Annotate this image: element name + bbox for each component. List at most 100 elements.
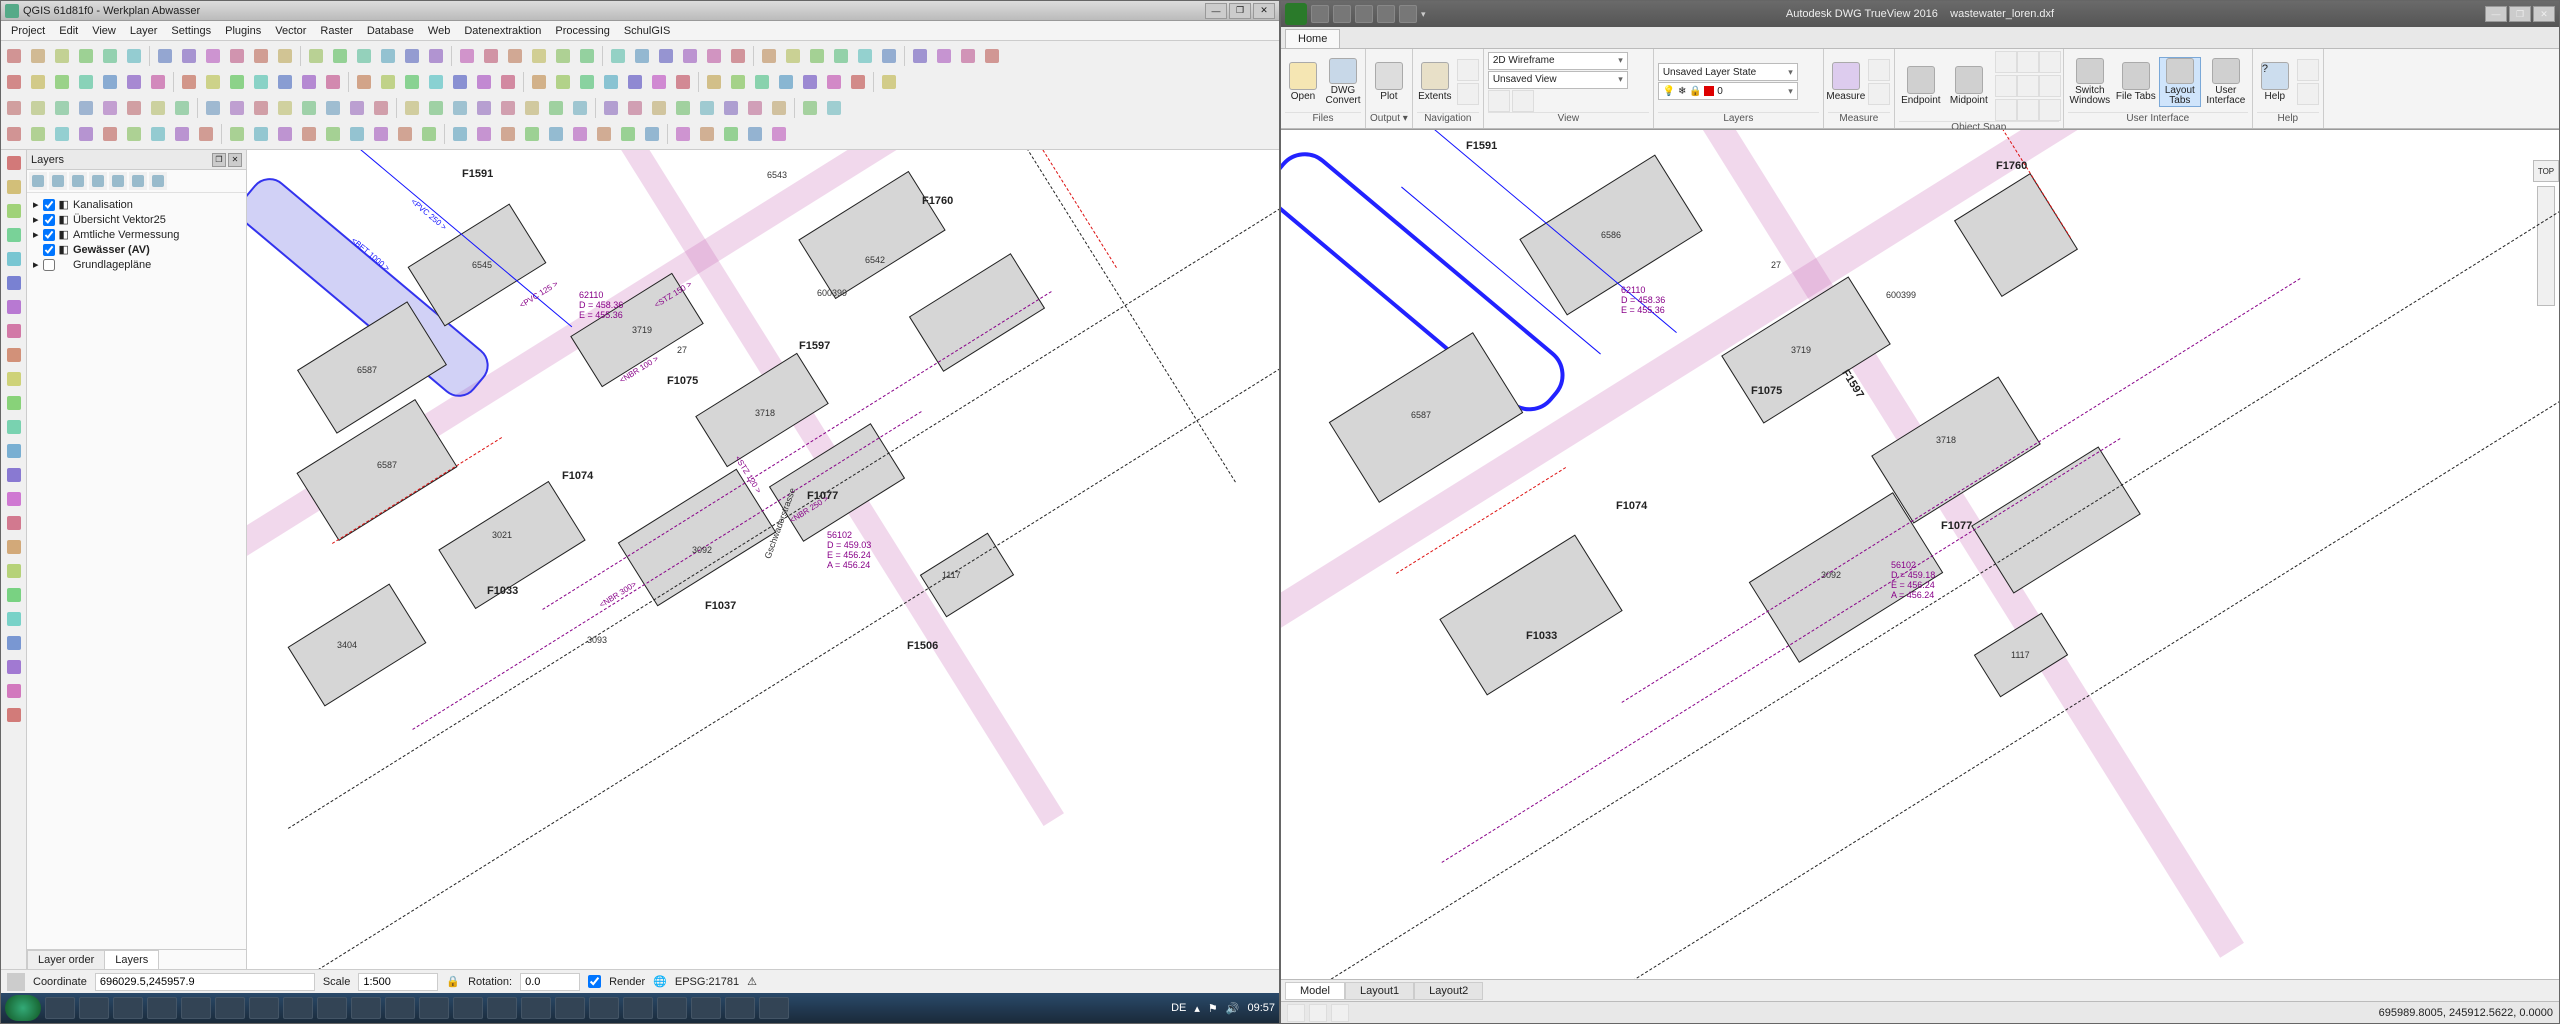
menu-layer[interactable]: Layer	[124, 23, 164, 39]
toolbar-button[interactable]	[123, 71, 145, 93]
toolbar-button[interactable]	[981, 45, 1003, 67]
toolbar-button[interactable]	[569, 123, 591, 145]
maximize-button[interactable]: ❐	[1229, 3, 1251, 19]
taskbar-app-icon[interactable]	[45, 997, 75, 1019]
toolbar-button[interactable]	[51, 71, 73, 93]
toolbar-button[interactable]	[823, 71, 845, 93]
messages-icon[interactable]: ⚠	[747, 975, 757, 988]
toolbar-button[interactable]	[154, 45, 176, 67]
taskbar-app-icon[interactable]	[521, 997, 551, 1019]
toolbar-button[interactable]	[178, 45, 200, 67]
menu-processing[interactable]: Processing	[549, 23, 615, 39]
toolbar-button[interactable]	[576, 71, 598, 93]
side-tool-button[interactable]	[3, 152, 25, 174]
side-tool-button[interactable]	[3, 680, 25, 702]
panel-close-button[interactable]: ✕	[228, 153, 242, 167]
toolbar-button[interactable]	[521, 97, 543, 119]
toolbar-button[interactable]	[298, 71, 320, 93]
toolbar-button[interactable]	[727, 71, 749, 93]
toolbar-button[interactable]	[799, 71, 821, 93]
toolbar-button[interactable]	[274, 123, 296, 145]
toolbar-button[interactable]	[600, 71, 622, 93]
side-tool-button[interactable]	[3, 536, 25, 558]
taskbar-app-icon[interactable]	[691, 997, 721, 1019]
extents-button[interactable]: Extents	[1417, 58, 1453, 106]
toolbar-button[interactable]	[473, 71, 495, 93]
toolbar-button[interactable]	[497, 97, 519, 119]
layers-toolbar-button[interactable]	[69, 172, 87, 190]
toolbar-button[interactable]	[751, 71, 773, 93]
acad-app-icon[interactable]	[1285, 3, 1307, 25]
scale-lock-icon[interactable]: 🔒	[446, 975, 460, 988]
menu-edit[interactable]: Edit	[53, 23, 84, 39]
side-tool-button[interactable]	[3, 488, 25, 510]
layer-item[interactable]: ▸◧Grundlagepläne	[31, 257, 242, 272]
layer-checkbox[interactable]	[43, 214, 55, 226]
toolbar-button[interactable]	[226, 71, 248, 93]
side-tool-button[interactable]	[3, 224, 25, 246]
toolbar-button[interactable]	[353, 45, 375, 67]
toolbar-button[interactable]	[123, 45, 145, 67]
layer-item[interactable]: ▸◧Kanalisation	[31, 197, 242, 212]
toolbar-button[interactable]	[768, 123, 790, 145]
rotation-input[interactable]	[520, 973, 580, 991]
toolbar-button[interactable]	[672, 97, 694, 119]
toolbar-button[interactable]	[171, 97, 193, 119]
taskbar-app-icon[interactable]	[79, 997, 109, 1019]
toolbar-button[interactable]	[377, 45, 399, 67]
toolbar-button[interactable]	[75, 123, 97, 145]
user-interface-button[interactable]: User Interface	[2204, 58, 2248, 106]
switch-windows-button[interactable]: Switch Windows	[2068, 58, 2112, 106]
toolbar-button[interactable]	[497, 71, 519, 93]
view-tool-icon[interactable]	[1512, 90, 1534, 112]
status-mode-button[interactable]	[1309, 1004, 1327, 1022]
side-tool-button[interactable]	[3, 560, 25, 582]
toolbar-button[interactable]	[727, 45, 749, 67]
tray-chevron-icon[interactable]: ▴	[1194, 1002, 1200, 1015]
toolbar-button[interactable]	[250, 45, 272, 67]
toolbar-button[interactable]	[274, 45, 296, 67]
help-tool-icon[interactable]	[2297, 83, 2319, 105]
toolbar-button[interactable]	[51, 45, 73, 67]
toolbar-button[interactable]	[473, 97, 495, 119]
toolbar-button[interactable]	[624, 71, 646, 93]
toolbar-button[interactable]	[854, 45, 876, 67]
layers-toolbar-button[interactable]	[89, 172, 107, 190]
toolbar-button[interactable]	[370, 97, 392, 119]
toolbar-button[interactable]	[401, 71, 423, 93]
nav-bar[interactable]	[2537, 186, 2555, 306]
osnap-icon[interactable]	[1995, 99, 2017, 121]
visual-style-select[interactable]: 2D Wireframe	[1488, 52, 1628, 70]
side-tool-button[interactable]	[3, 320, 25, 342]
tab-layout1[interactable]: Layout1	[1345, 982, 1414, 1000]
toolbar-button[interactable]	[696, 97, 718, 119]
layout-tabs-button[interactable]: Layout Tabs	[2160, 58, 2200, 106]
measure-tool-icon[interactable]	[1868, 59, 1890, 81]
toolbar-button[interactable]	[504, 45, 526, 67]
toolbar-button[interactable]	[528, 71, 550, 93]
menu-vector[interactable]: Vector	[269, 23, 312, 39]
toolbar-button[interactable]	[370, 123, 392, 145]
toolbar-button[interactable]	[171, 123, 193, 145]
toolbar-button[interactable]	[27, 71, 49, 93]
osnap-icon[interactable]	[2039, 51, 2061, 73]
viewcube-top[interactable]: TOP	[2533, 160, 2559, 182]
toolbar-button[interactable]	[425, 97, 447, 119]
osnap-icon[interactable]	[2039, 75, 2061, 97]
toolbar-button[interactable]	[202, 97, 224, 119]
toolbar-button[interactable]	[593, 123, 615, 145]
taskbar-app-icon[interactable]	[249, 997, 279, 1019]
side-tool-button[interactable]	[3, 176, 25, 198]
toolbar-button[interactable]	[274, 97, 296, 119]
taskbar-app-icon[interactable]	[453, 997, 483, 1019]
measure-button[interactable]: Measure	[1828, 58, 1864, 106]
toolbar-button[interactable]	[449, 71, 471, 93]
toolbar-button[interactable]	[696, 123, 718, 145]
toolbar-button[interactable]	[27, 45, 49, 67]
taskbar-app-icon[interactable]	[623, 997, 653, 1019]
toolbar-button[interactable]	[195, 123, 217, 145]
toolbar-button[interactable]	[274, 71, 296, 93]
toolbar-button[interactable]	[27, 123, 49, 145]
layers-toolbar-button[interactable]	[109, 172, 127, 190]
toolbar-button[interactable]	[576, 45, 598, 67]
